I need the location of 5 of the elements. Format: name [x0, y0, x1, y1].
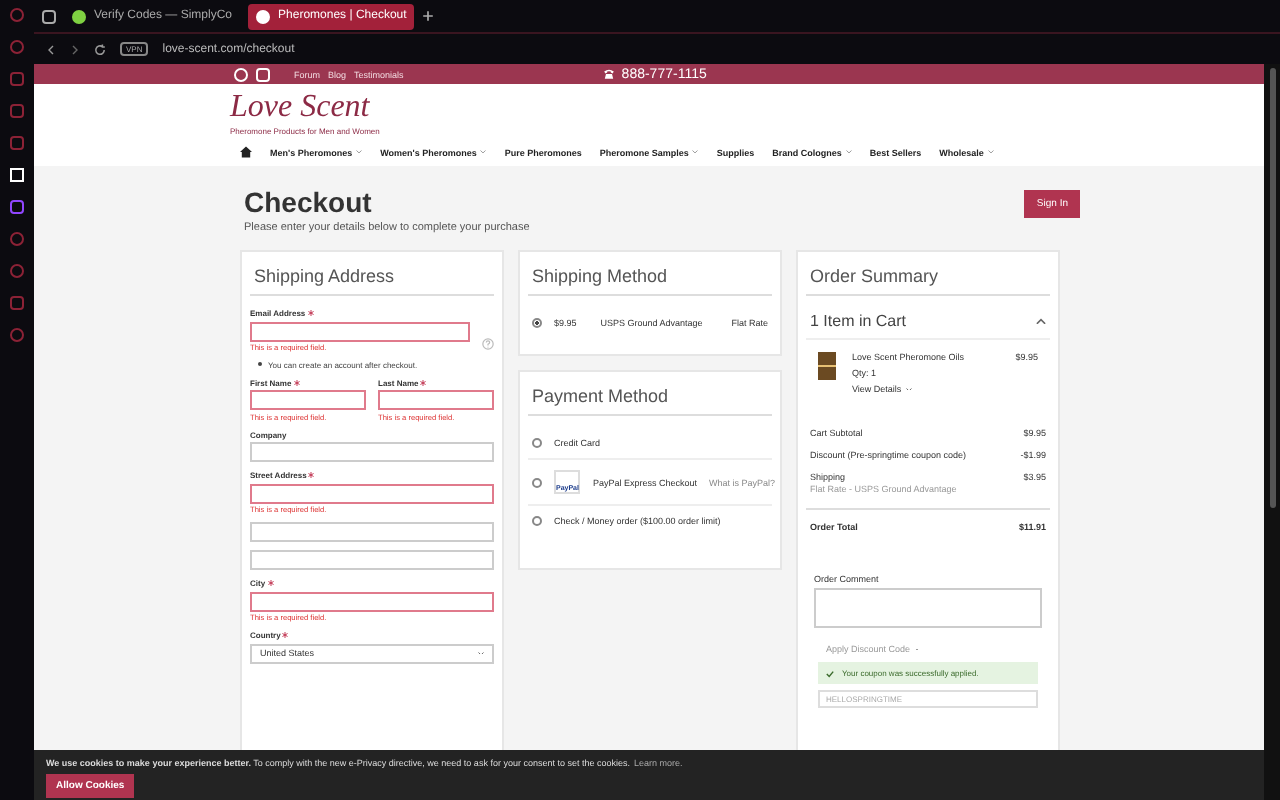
panel-title: Shipping Method [528, 262, 772, 296]
panel-title: Payment Method [528, 382, 772, 416]
page-title: Checkout [244, 186, 374, 218]
panel-title: Shipping Address [250, 262, 494, 296]
panel-title: Order Summary [806, 262, 1050, 296]
